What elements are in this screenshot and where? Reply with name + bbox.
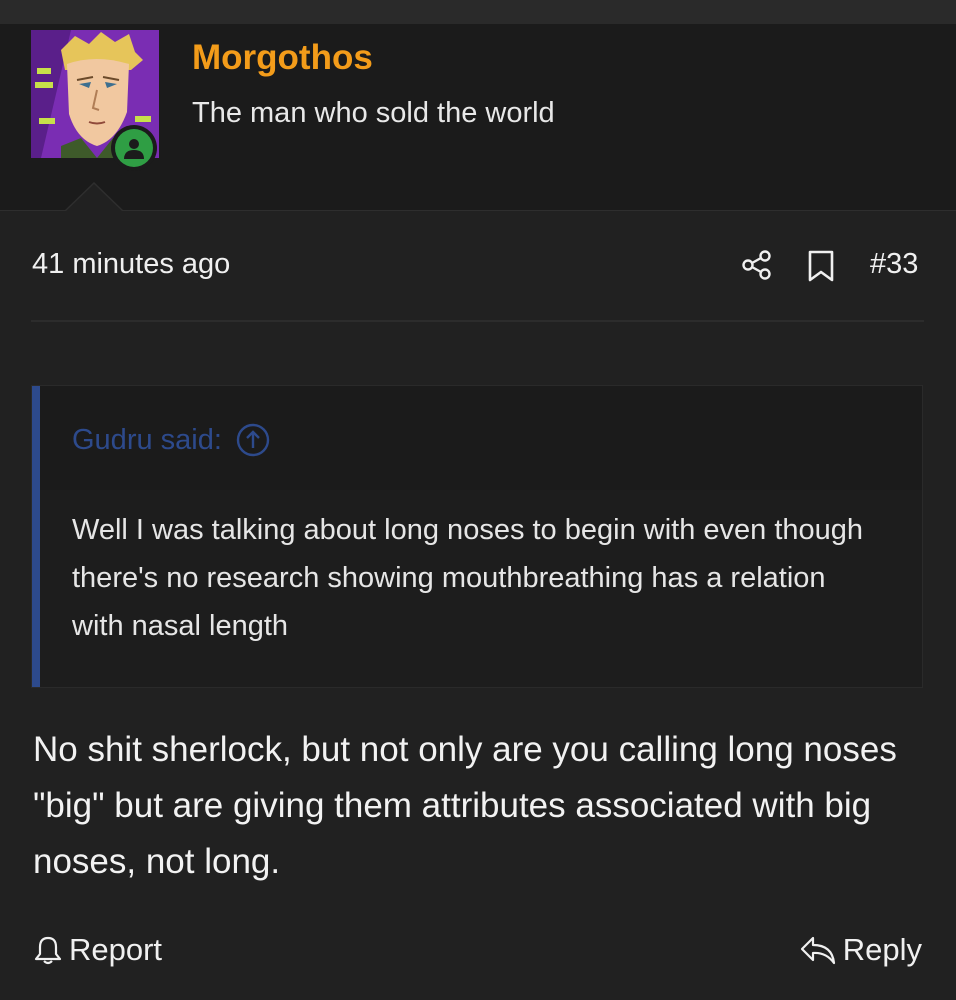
reply-button[interactable]: Reply <box>799 932 922 968</box>
quote-attribution[interactable]: Gudru said: <box>72 423 270 457</box>
user-icon <box>124 139 144 159</box>
divider <box>0 210 956 211</box>
quote-author-label[interactable]: Gudru said: <box>72 424 222 457</box>
top-bar <box>0 0 956 24</box>
quote-accent-bar <box>32 386 40 687</box>
post-timestamp[interactable]: 41 minutes ago <box>32 248 230 281</box>
quote-block: Gudru said: Well I was talking about lon… <box>31 385 923 688</box>
quote-text: Well I was talking about long noses to b… <box>72 514 864 642</box>
share-icon[interactable] <box>741 249 773 281</box>
username[interactable]: Morgothos <box>192 38 373 78</box>
report-label: Report <box>69 932 163 967</box>
bookmark-icon[interactable] <box>806 249 836 283</box>
post-body: No shit sherlock, but not only are you c… <box>33 730 897 881</box>
bell-icon <box>34 936 62 965</box>
post-number-link[interactable]: #33 <box>870 248 918 281</box>
user-title: The man who sold the world <box>192 97 555 129</box>
reply-icon <box>800 936 835 965</box>
divider <box>31 320 924 322</box>
arrow-up-circle-icon[interactable] <box>236 423 270 457</box>
reply-label: Reply <box>842 932 922 967</box>
report-button[interactable]: Report <box>33 932 162 968</box>
online-status-badge <box>111 125 157 171</box>
